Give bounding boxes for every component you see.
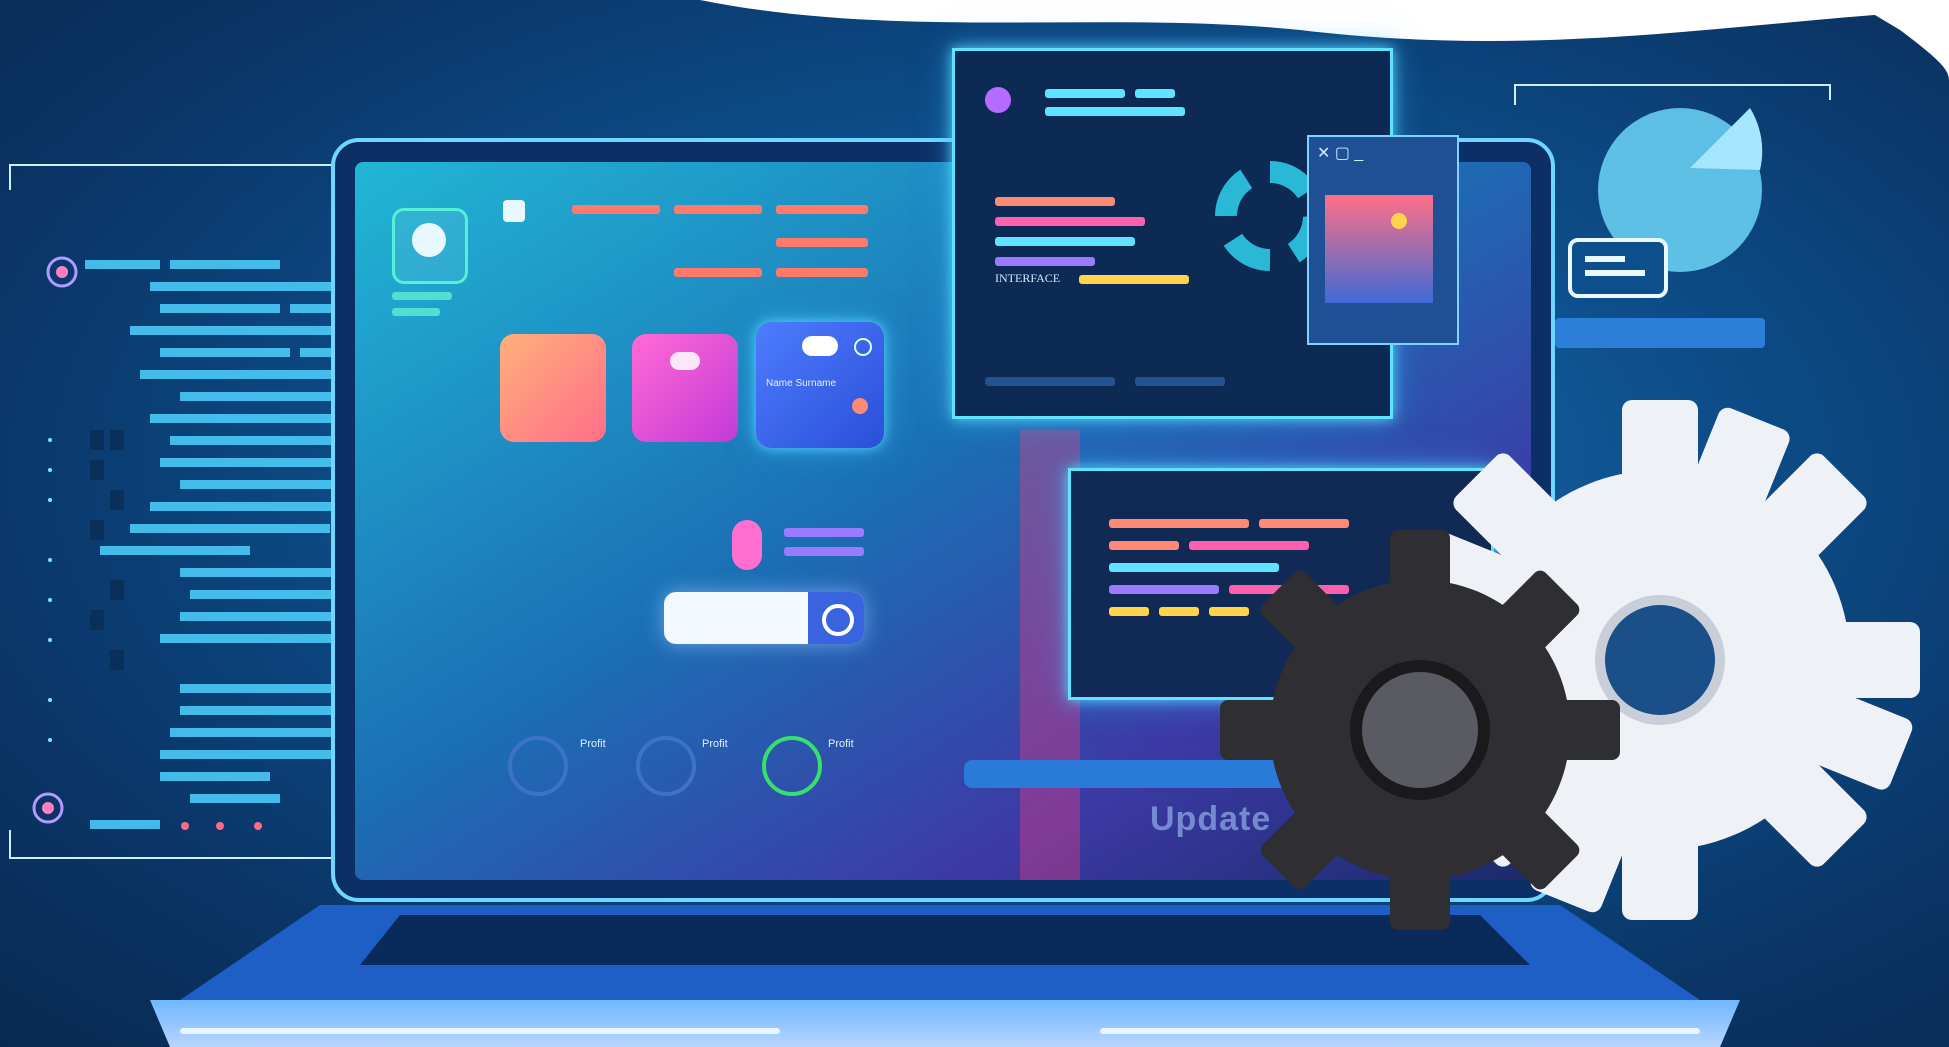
illustration-scene: Name Surname Profit Profit Profit INTERF… (0, 0, 1949, 1047)
gears (1220, 400, 1920, 930)
dark-gear-icon (1220, 530, 1620, 930)
